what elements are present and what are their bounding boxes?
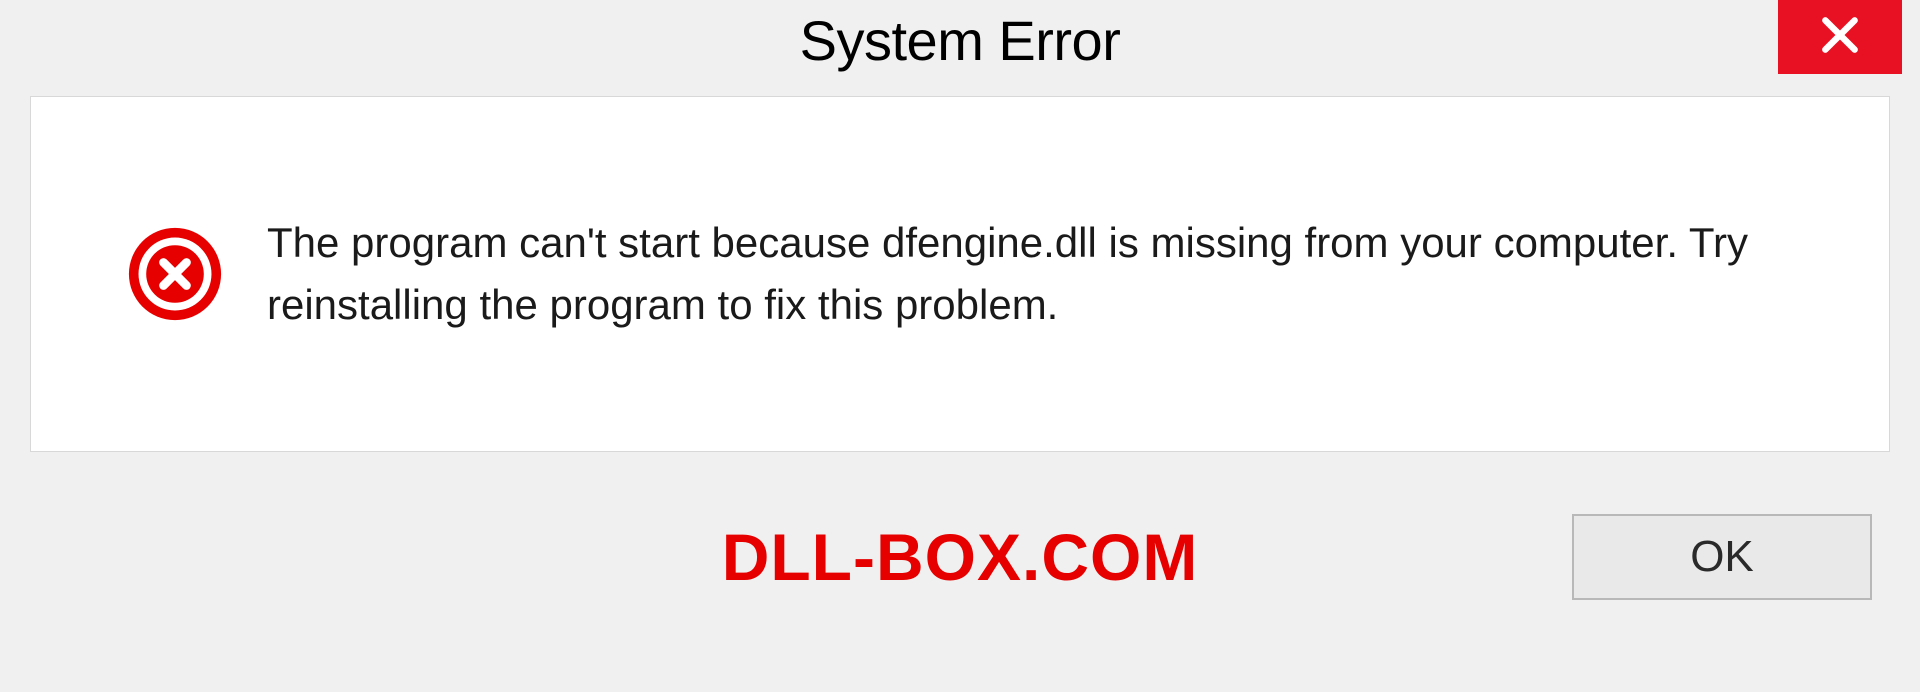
title-bar: System Error [18, 0, 1902, 96]
dialog-footer: DLL-BOX.COM OK [18, 452, 1902, 662]
error-icon [127, 226, 223, 322]
error-message: The program can't start because dfengine… [267, 212, 1849, 336]
ok-button[interactable]: OK [1572, 514, 1872, 600]
content-area: The program can't start because dfengine… [30, 96, 1890, 452]
close-icon [1818, 13, 1862, 62]
error-dialog: System Error The program can't start bec… [18, 0, 1902, 680]
dialog-title: System Error [800, 8, 1121, 73]
watermark-text: DLL-BOX.COM [722, 519, 1199, 595]
close-button[interactable] [1778, 0, 1902, 74]
